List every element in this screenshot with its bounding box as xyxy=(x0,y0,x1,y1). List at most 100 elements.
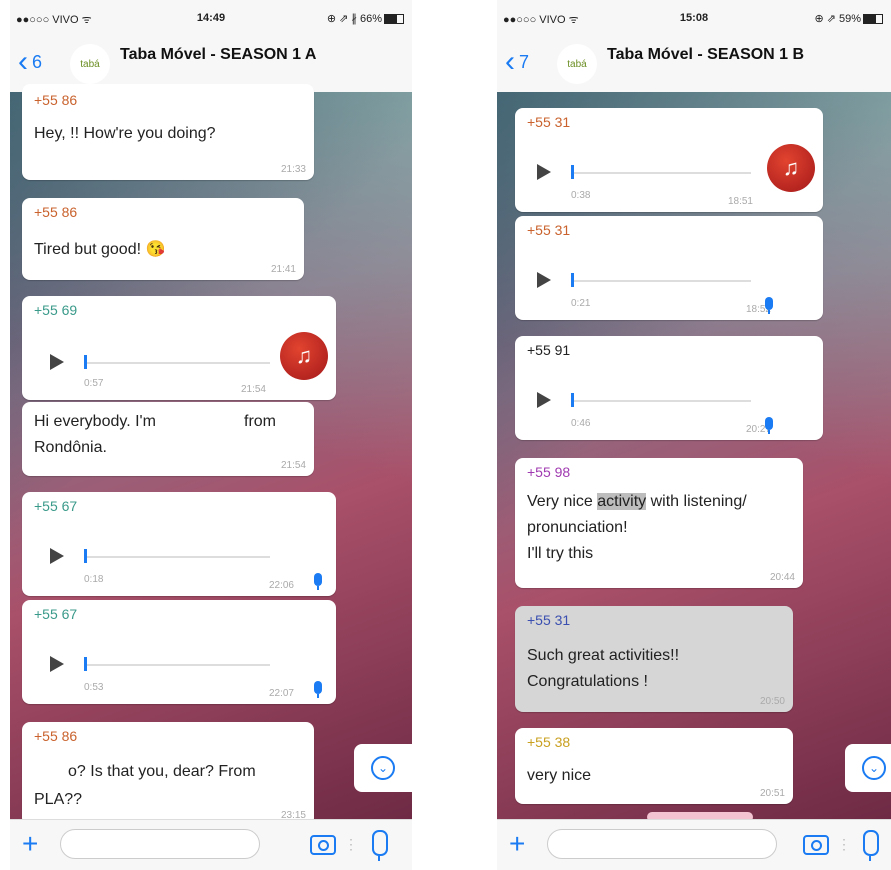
microphone-icon[interactable] xyxy=(372,830,388,861)
message-list[interactable]: +55 31 0:38 18:51 ♫ +55 31 0:21 18:52 +5… xyxy=(497,92,891,822)
message-text-line3: I'll try this xyxy=(527,545,594,562)
plus-icon[interactable]: + xyxy=(22,828,38,860)
unread-count: 7 xyxy=(519,51,530,72)
sender-number: +55 31 xyxy=(527,222,571,238)
message-time: 22:07 xyxy=(268,688,294,699)
sender-number: +55 98 xyxy=(527,464,571,480)
chat-screen-left: ●●○○○ VIVO ᯤ 14:49 ⊕ ⇗ ∦ 66% ‹ 6 tabá Tab… xyxy=(10,0,412,870)
microphone-icon xyxy=(314,681,322,698)
voice-message[interactable]: +55 91 0:46 20:27 xyxy=(515,336,823,440)
microphone-icon[interactable] xyxy=(863,830,879,861)
message-text-line1: Such great activities!! xyxy=(527,647,680,664)
play-icon[interactable] xyxy=(537,392,551,408)
sender-number: +55 31 xyxy=(527,114,571,130)
message-text-line1: Hi everybody. I'm xyxy=(34,413,156,430)
battery-icon xyxy=(863,14,883,25)
voice-message[interactable]: +55 31 0:21 18:52 xyxy=(515,216,823,320)
voice-message[interactable]: +55 67 0:53 22:07 xyxy=(22,600,336,704)
message-text: very nice xyxy=(527,767,592,784)
highlighted-word: activity xyxy=(597,493,647,510)
play-icon[interactable] xyxy=(50,548,64,564)
message-time: 21:33 xyxy=(280,164,306,175)
play-icon[interactable] xyxy=(537,272,551,288)
progress-knob[interactable] xyxy=(84,355,87,369)
progress-knob[interactable] xyxy=(571,273,574,287)
voice-message[interactable]: +55 67 0:18 22:06 xyxy=(22,492,336,596)
message-composer: + ⋮ xyxy=(497,819,891,870)
audio-duration: 0:38 xyxy=(571,190,591,201)
sender-number: +55 67 xyxy=(34,606,78,622)
message-text-line2: Rondônia. xyxy=(34,439,107,456)
group-title[interactable]: Taba Móvel - SEASON 1 B xyxy=(607,46,804,64)
play-icon[interactable] xyxy=(50,656,64,672)
divider-dots: ⋮ xyxy=(344,836,358,852)
music-note-icon: ♫ xyxy=(767,144,815,192)
group-avatar[interactable]: tabá xyxy=(557,44,597,84)
voice-message[interactable]: +55 69 0:57 21:54 ♫ xyxy=(22,296,336,400)
sender-number: +55 67 xyxy=(34,498,78,514)
microphone-icon xyxy=(765,417,773,434)
group-avatar[interactable]: tabá xyxy=(70,44,110,84)
message-list[interactable]: +55 86 Hey, !! How're you doing? 21:33 +… xyxy=(10,84,412,826)
audio-duration: 0:21 xyxy=(571,298,591,309)
message-time: 22:06 xyxy=(268,580,294,591)
play-icon[interactable] xyxy=(537,164,551,180)
chevron-down-icon: ⌄ xyxy=(371,756,395,780)
back-button[interactable]: ‹ 6 xyxy=(18,45,43,78)
sender-number: +55 86 xyxy=(34,92,78,108)
plus-icon[interactable]: + xyxy=(509,828,525,860)
chevron-left-icon: ‹ xyxy=(18,45,28,78)
camera-icon[interactable] xyxy=(310,835,336,855)
audio-progress[interactable] xyxy=(571,280,751,282)
message-text: Tired but good! 😘 xyxy=(34,241,166,258)
message-bubble[interactable]: +55 38 very nice 20:51 xyxy=(515,728,793,804)
unread-count: 6 xyxy=(32,51,43,72)
audio-progress[interactable] xyxy=(571,400,751,402)
audio-progress[interactable] xyxy=(84,664,270,666)
audio-progress[interactable] xyxy=(571,172,751,174)
message-bubble[interactable]: +55 86 Hey, !! How're you doing? 21:33 xyxy=(22,84,314,180)
progress-knob[interactable] xyxy=(84,549,87,563)
message-text-line1-end: from xyxy=(244,413,276,430)
audio-progress[interactable] xyxy=(84,362,270,364)
message-bubble[interactable]: +55 31 Such great activities!! Congratul… xyxy=(515,606,793,712)
audio-duration: 0:57 xyxy=(84,378,104,389)
audio-progress[interactable] xyxy=(84,556,270,558)
voice-message[interactable]: +55 31 0:38 18:51 ♫ xyxy=(515,108,823,212)
message-bubble[interactable]: +55 86 o? Is that you, dear? From PLA?? … xyxy=(22,722,314,826)
progress-knob[interactable] xyxy=(571,393,574,407)
message-text-line2: PLA?? xyxy=(34,791,83,808)
back-button[interactable]: ‹ 7 xyxy=(505,45,530,78)
message-text-line2: pronunciation! xyxy=(527,519,628,536)
scroll-to-bottom-button[interactable]: ⌄ xyxy=(354,744,412,792)
message-text-line1: Very nice activity with listening/ xyxy=(527,493,747,510)
message-bubble[interactable]: +55 86 Tired but good! 😘 21:41 xyxy=(22,198,304,280)
sender-number: +55 69 xyxy=(34,302,78,318)
message-time: 21:54 xyxy=(280,460,306,471)
microphone-icon xyxy=(765,297,773,314)
message-time: 21:54 xyxy=(240,384,266,395)
sender-number: +55 38 xyxy=(527,734,571,750)
progress-knob[interactable] xyxy=(571,165,574,179)
message-input[interactable] xyxy=(547,829,777,859)
chevron-down-icon: ⌄ xyxy=(862,756,886,780)
audio-duration: 0:53 xyxy=(84,682,104,693)
chat-header: ‹ 7 tabá Taba Móvel - SEASON 1 B xyxy=(497,38,891,93)
battery-indicator: ⊕ ⇗ ∦ 66% xyxy=(327,12,404,25)
message-composer: + ⋮ xyxy=(10,819,412,870)
divider-dots: ⋮ xyxy=(837,836,851,852)
sender-number: +55 86 xyxy=(34,204,78,220)
scroll-to-bottom-button[interactable]: ⌄ xyxy=(845,744,891,792)
sender-number: +55 31 xyxy=(527,612,571,628)
audio-duration: 0:18 xyxy=(84,574,104,585)
message-bubble[interactable]: +55 98 Very nice activity with listening… xyxy=(515,458,803,588)
play-icon[interactable] xyxy=(50,354,64,370)
message-input[interactable] xyxy=(60,829,260,859)
battery-indicator: ⊕ ⇗ 59% xyxy=(814,12,883,25)
chevron-left-icon: ‹ xyxy=(505,45,515,78)
sender-number: +55 86 xyxy=(34,728,78,744)
progress-knob[interactable] xyxy=(84,657,87,671)
message-bubble[interactable]: Hi everybody. I'm from Rondônia. 21:54 xyxy=(22,402,314,476)
group-title[interactable]: Taba Móvel - SEASON 1 A xyxy=(120,46,316,64)
camera-icon[interactable] xyxy=(803,835,829,855)
